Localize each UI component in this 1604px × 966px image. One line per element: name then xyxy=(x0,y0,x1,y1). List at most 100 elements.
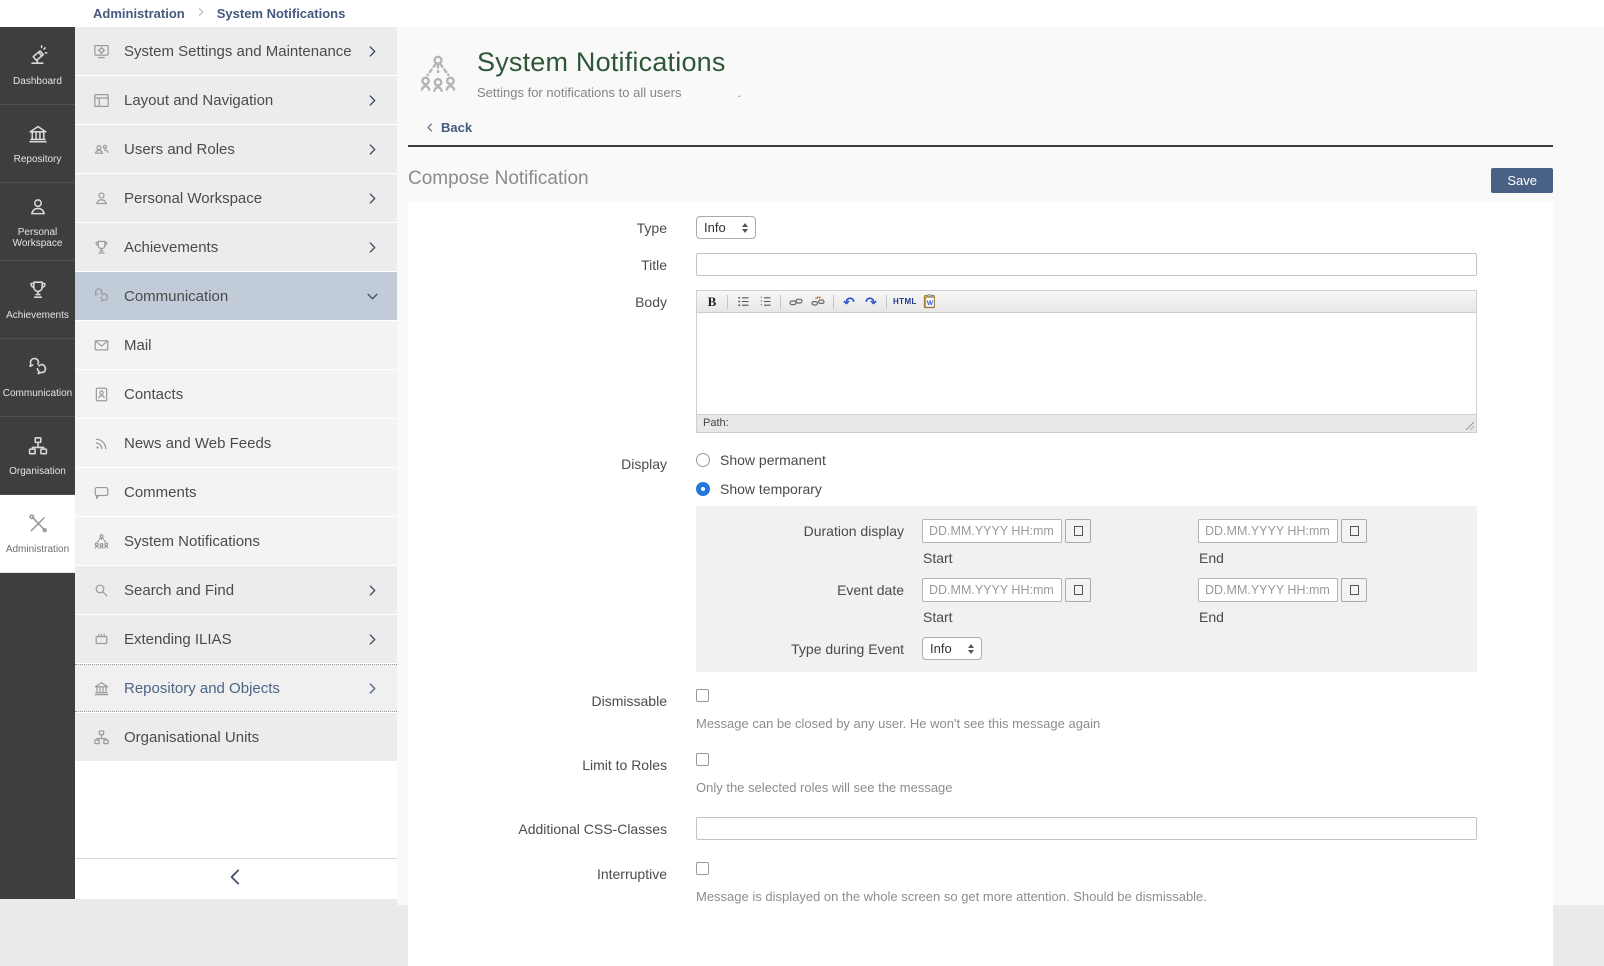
rail-item-personal-workspace[interactable]: Personal Workspace xyxy=(0,183,75,261)
menu-item-news-web-feeds[interactable]: News and Web Feeds xyxy=(75,419,397,467)
breadcrumb-system-notifications[interactable]: System Notifications xyxy=(217,6,346,21)
menu-item-label: Personal Workspace xyxy=(124,190,363,207)
calendar-button[interactable] xyxy=(1065,578,1091,602)
menu-item-users-roles[interactable]: Users and Roles xyxy=(75,125,397,173)
personal-workspace-icon xyxy=(91,188,111,208)
event-end-input[interactable] xyxy=(1198,578,1338,602)
bold-icon[interactable]: B xyxy=(702,293,722,311)
menu-item-label: Search and Find xyxy=(124,582,363,599)
menu-item-label: Communication xyxy=(124,288,363,305)
menu-item-contacts[interactable]: Contacts xyxy=(75,370,397,418)
contacts-icon xyxy=(91,384,111,404)
editor-toolbar: B ↶ ↷ HTML W xyxy=(697,291,1476,313)
rail-item-repository[interactable]: Repository xyxy=(0,105,75,183)
undo-icon[interactable]: ↶ xyxy=(839,293,859,311)
menu-item-communication[interactable]: Communication xyxy=(75,272,397,320)
ordered-list-icon[interactable] xyxy=(755,293,775,311)
show-permanent-radio[interactable] xyxy=(696,453,710,467)
menu-item-system-settings[interactable]: System Settings and Maintenance xyxy=(75,27,397,75)
rail-item-administration[interactable]: Administration xyxy=(0,495,75,573)
menu-item-repository-and-objects[interactable]: Repository and Objects xyxy=(75,664,397,712)
type-select-value: Info xyxy=(704,220,726,235)
menu-item-label: Contacts xyxy=(124,386,381,403)
duration-end-input[interactable] xyxy=(1198,519,1338,543)
save-button[interactable]: Save xyxy=(1491,168,1553,193)
calendar-button[interactable] xyxy=(1341,578,1367,602)
limit-to-roles-checkbox[interactable] xyxy=(696,753,709,766)
sidebar-collapse-button[interactable] xyxy=(75,858,397,899)
menu-item-comments[interactable]: Comments xyxy=(75,468,397,516)
page-header: System Notifications Settings for notifi… xyxy=(408,39,1553,116)
svg-text:W: W xyxy=(927,300,934,307)
menu-item-personal-workspace[interactable]: Personal Workspace xyxy=(75,174,397,222)
page-title: System Notifications xyxy=(477,47,741,78)
rail-label: Administration xyxy=(6,544,69,555)
achievements-icon xyxy=(26,278,50,305)
redo-icon[interactable]: ↷ xyxy=(861,293,881,311)
insert-link-icon[interactable] xyxy=(786,293,806,311)
html-source-icon[interactable]: HTML xyxy=(892,293,918,311)
menu-item-mail[interactable]: Mail xyxy=(75,321,397,369)
additional-css-label: Additional CSS-Classes xyxy=(408,817,696,840)
menu-item-system-notifications[interactable]: System Notifications xyxy=(75,517,397,565)
rail-label: Dashboard xyxy=(13,76,62,87)
dismissable-checkbox[interactable] xyxy=(696,689,709,702)
event-start-input[interactable] xyxy=(922,578,1062,602)
rail-label: Repository xyxy=(14,154,62,165)
organisation-icon xyxy=(26,434,50,461)
calendar-icon xyxy=(1350,526,1359,536)
menu-item-organisational-units[interactable]: Organisational Units xyxy=(75,713,397,761)
type-select[interactable]: Info xyxy=(696,216,756,239)
limit-to-roles-label: Limit to Roles xyxy=(408,753,696,795)
calendar-icon xyxy=(1074,526,1083,536)
rail-item-achievements[interactable]: Achievements xyxy=(0,261,75,339)
main-icon-rail: Dashboard Repository Personal Workspace … xyxy=(0,27,75,899)
layout-navigation-icon xyxy=(91,90,111,110)
unordered-list-icon[interactable] xyxy=(733,293,753,311)
dashboard-icon xyxy=(26,44,50,71)
rail-item-communication[interactable]: Communication xyxy=(0,339,75,417)
menu-item-achievements[interactable]: Achievements xyxy=(75,223,397,271)
duration-end-caption: End xyxy=(1199,550,1370,566)
menu-empty-space xyxy=(75,762,397,858)
show-temporary-radio[interactable] xyxy=(696,482,710,496)
toolbar-separator xyxy=(727,295,728,309)
form-heading: Compose Notification xyxy=(408,168,589,190)
administration-icon xyxy=(26,512,50,539)
menu-item-search-and-find[interactable]: Search and Find xyxy=(75,566,397,614)
repository-icon xyxy=(26,122,50,149)
menu-item-layout-navigation[interactable]: Layout and Navigation xyxy=(75,76,397,124)
calendar-button[interactable] xyxy=(1341,519,1367,543)
body-label: Body xyxy=(408,290,696,433)
page-subtitle: Settings for notifications to all users. xyxy=(477,85,741,100)
dismissable-help: Message can be closed by any user. He wo… xyxy=(696,716,1477,731)
additional-css-input[interactable] xyxy=(696,817,1477,840)
title-input[interactable] xyxy=(696,253,1477,276)
type-label: Type xyxy=(408,216,696,239)
communication-icon xyxy=(26,356,50,383)
chevron-down-icon xyxy=(363,287,381,305)
paste-from-word-icon[interactable]: W xyxy=(920,293,940,311)
back-link[interactable]: Back xyxy=(425,120,472,135)
title-label: Title xyxy=(408,253,696,276)
editor-body[interactable] xyxy=(697,313,1476,414)
remove-link-icon[interactable] xyxy=(808,293,828,311)
interruptive-checkbox[interactable] xyxy=(696,862,709,875)
communication-icon xyxy=(91,286,111,306)
system-settings-icon xyxy=(91,41,111,61)
editor-resize-handle[interactable] xyxy=(1464,420,1474,430)
rail-item-organisation[interactable]: Organisation xyxy=(0,417,75,495)
rail-label: Personal Workspace xyxy=(2,227,73,249)
breadcrumb-administration[interactable]: Administration xyxy=(93,6,185,21)
menu-item-label: Users and Roles xyxy=(124,141,363,158)
rail-item-dashboard[interactable]: Dashboard xyxy=(0,27,75,105)
chevron-right-icon xyxy=(363,140,381,158)
duration-start-input[interactable] xyxy=(922,519,1062,543)
event-end-caption: End xyxy=(1199,609,1370,625)
calendar-button[interactable] xyxy=(1065,519,1091,543)
toolbar-separator xyxy=(886,295,887,309)
admin-menu-panel: System Settings and Maintenance Layout a… xyxy=(75,27,397,899)
menu-item-extending-ilias[interactable]: Extending ILIAS xyxy=(75,615,397,663)
type-during-event-select[interactable]: Info xyxy=(922,637,982,660)
menu-item-label: Comments xyxy=(124,484,381,501)
